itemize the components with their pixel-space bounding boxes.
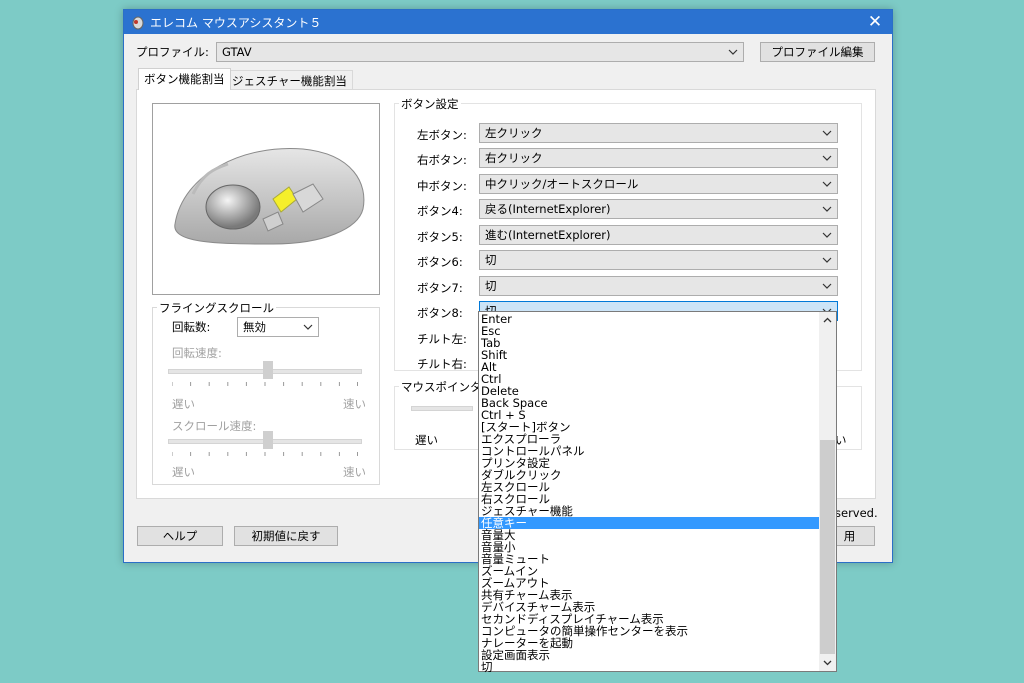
flying-scroll-group: フライングスクロール 回転数: 無効 回転速度: 遅い 速い スクロール速度: … [152, 300, 380, 485]
trackball-mouse-illustration [174, 147, 365, 245]
rotation-speed-slow: 遅い [172, 397, 195, 411]
rotation-value: 無効 [243, 320, 266, 334]
scroll-speed-slow: 遅い [172, 465, 195, 479]
rotation-speed-fast: 速い [343, 397, 366, 411]
dropdown-option[interactable]: Tab [479, 337, 819, 349]
chevron-down-icon [822, 181, 832, 187]
profile-edit-button[interactable]: プロファイル編集 [760, 42, 875, 62]
tab-bar: ボタン機能割当 ジェスチャー機能割当 [136, 68, 876, 90]
pointer-speed-slow: 遅い [415, 433, 438, 447]
pointer-speed-track [411, 406, 473, 411]
dropdown-option[interactable]: Enter [479, 313, 819, 325]
scroll-speed-slider[interactable] [263, 431, 274, 449]
scroll-speed-fast: 速い [343, 465, 366, 479]
profile-select[interactable]: GTAV [216, 42, 744, 62]
dropdown-option[interactable]: ジェスチャー機能 [479, 505, 819, 517]
flying-scroll-title: フライングスクロール [157, 300, 276, 316]
button5-label: ボタン5: [417, 230, 463, 244]
window-title: エレコム マウスアシスタント５ [150, 16, 322, 30]
reset-defaults-button[interactable]: 初期値に戻す [234, 526, 338, 546]
button4-label: ボタン4: [417, 204, 463, 218]
rotation-speed-slider[interactable] [263, 361, 274, 379]
mouse-app-icon [132, 16, 144, 30]
button5-select[interactable]: 進む(InternetExplorer) [479, 225, 838, 245]
button5-value: 進む(InternetExplorer) [485, 228, 611, 242]
chevron-down-icon [822, 155, 832, 161]
close-button[interactable]: ✕ [858, 10, 892, 34]
profile-label: プロファイル: [136, 45, 209, 59]
tilt-right-label: チルト右: [417, 357, 467, 371]
dropdown-option[interactable]: Back Space [479, 397, 819, 409]
dropdown-option[interactable]: 音量大 [479, 529, 819, 541]
chevron-down-icon [728, 49, 738, 55]
left-button-value: 左クリック [485, 126, 543, 140]
dropdown-scrollbar[interactable] [819, 312, 836, 671]
right-button-value: 右クリック [485, 151, 543, 165]
chevron-down-icon [822, 232, 832, 238]
right-button-label: 右ボタン: [417, 153, 467, 167]
dropdown-option[interactable]: 切 [479, 661, 819, 673]
dropdown-option[interactable]: 設定画面表示 [479, 649, 819, 661]
rotation-select[interactable]: 無効 [237, 317, 319, 337]
middle-button-label: 中ボタン: [417, 179, 467, 193]
help-button[interactable]: ヘルプ [137, 526, 223, 546]
button6-label: ボタン6: [417, 255, 463, 269]
title-bar: エレコム マウスアシスタント５ ✕ [124, 10, 892, 34]
button7-select[interactable]: 切 [479, 276, 838, 296]
button8-label: ボタン8: [417, 306, 463, 320]
button6-select[interactable]: 切 [479, 250, 838, 270]
button6-value: 切 [485, 253, 497, 267]
button-settings-title: ボタン設定 [399, 96, 461, 112]
middle-button-select[interactable]: 中クリック/オートスクロール [479, 174, 838, 194]
dropdown-option[interactable]: Alt [479, 361, 819, 373]
rotation-label: 回転数: [172, 320, 211, 334]
dropdown-option-selected[interactable]: 任意キー [479, 517, 819, 529]
tab-button-assign[interactable]: ボタン機能割当 [138, 68, 231, 90]
dropdown-option[interactable]: Esc [479, 325, 819, 337]
tab-gesture-assign[interactable]: ジェスチャー機能割当 [226, 70, 353, 90]
copyright-text: served. [835, 506, 878, 520]
chevron-up-icon[interactable] [819, 312, 836, 329]
rotation-speed-ticks [172, 382, 358, 386]
button7-value: 切 [485, 279, 497, 293]
left-button-select[interactable]: 左クリック [479, 123, 838, 143]
chevron-down-icon [822, 130, 832, 136]
middle-button-value: 中クリック/オートスクロール [485, 177, 639, 191]
right-button-select[interactable]: 右クリック [479, 148, 838, 168]
button4-select[interactable]: 戻る(InternetExplorer) [479, 199, 838, 219]
chevron-down-icon[interactable] [819, 654, 836, 671]
scroll-speed-label: スクロール速度: [172, 419, 257, 433]
chevron-down-icon [822, 206, 832, 212]
dropdown-option[interactable]: Ctrl [479, 373, 819, 385]
chevron-down-icon [822, 257, 832, 263]
chevron-down-icon [303, 324, 313, 330]
mouse-image [152, 103, 380, 295]
dropdown-scroll-thumb[interactable] [820, 440, 835, 654]
rotation-speed-label: 回転速度: [172, 346, 222, 360]
profile-value: GTAV [222, 45, 252, 59]
tilt-left-label: チルト左: [417, 332, 467, 346]
left-button-label: 左ボタン: [417, 128, 467, 142]
scroll-speed-ticks [172, 452, 358, 456]
button4-value: 戻る(InternetExplorer) [485, 202, 611, 216]
button8-dropdown-list[interactable]: Enter Esc Tab Shift Alt Ctrl Delete Back… [478, 311, 837, 673]
button7-label: ボタン7: [417, 281, 463, 295]
dropdown-option[interactable]: Shift [479, 349, 819, 361]
chevron-down-icon [822, 283, 832, 289]
